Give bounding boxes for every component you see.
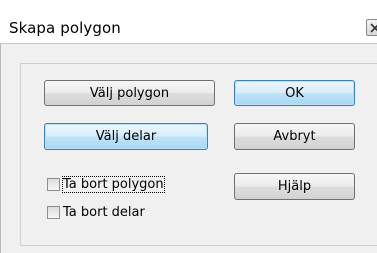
window-title: Skapa polygon	[9, 19, 121, 37]
select-parts-button[interactable]: Välj delar	[44, 123, 208, 150]
ok-button[interactable]: OK	[234, 80, 355, 106]
select-polygon-button[interactable]: Välj polygon	[44, 80, 215, 106]
title-bar: Skapa polygon	[0, 0, 377, 44]
remove-polygon-checkbox[interactable]	[47, 178, 60, 191]
create-polygon-dialog: Skapa polygon Välj polygon Välj delar OK…	[0, 0, 377, 253]
remove-parts-option[interactable]: Ta bort delar	[47, 205, 145, 220]
remove-polygon-label: Ta bort polygon	[62, 176, 165, 193]
remove-parts-label: Ta bort delar	[63, 205, 145, 220]
cancel-button[interactable]: Avbryt	[234, 123, 355, 150]
close-icon	[370, 23, 377, 33]
window-border	[0, 43, 1, 253]
close-button[interactable]	[366, 19, 377, 36]
remove-parts-checkbox[interactable]	[47, 206, 60, 219]
help-button[interactable]: Hjälp	[234, 173, 355, 200]
remove-polygon-option[interactable]: Ta bort polygon	[47, 176, 165, 193]
